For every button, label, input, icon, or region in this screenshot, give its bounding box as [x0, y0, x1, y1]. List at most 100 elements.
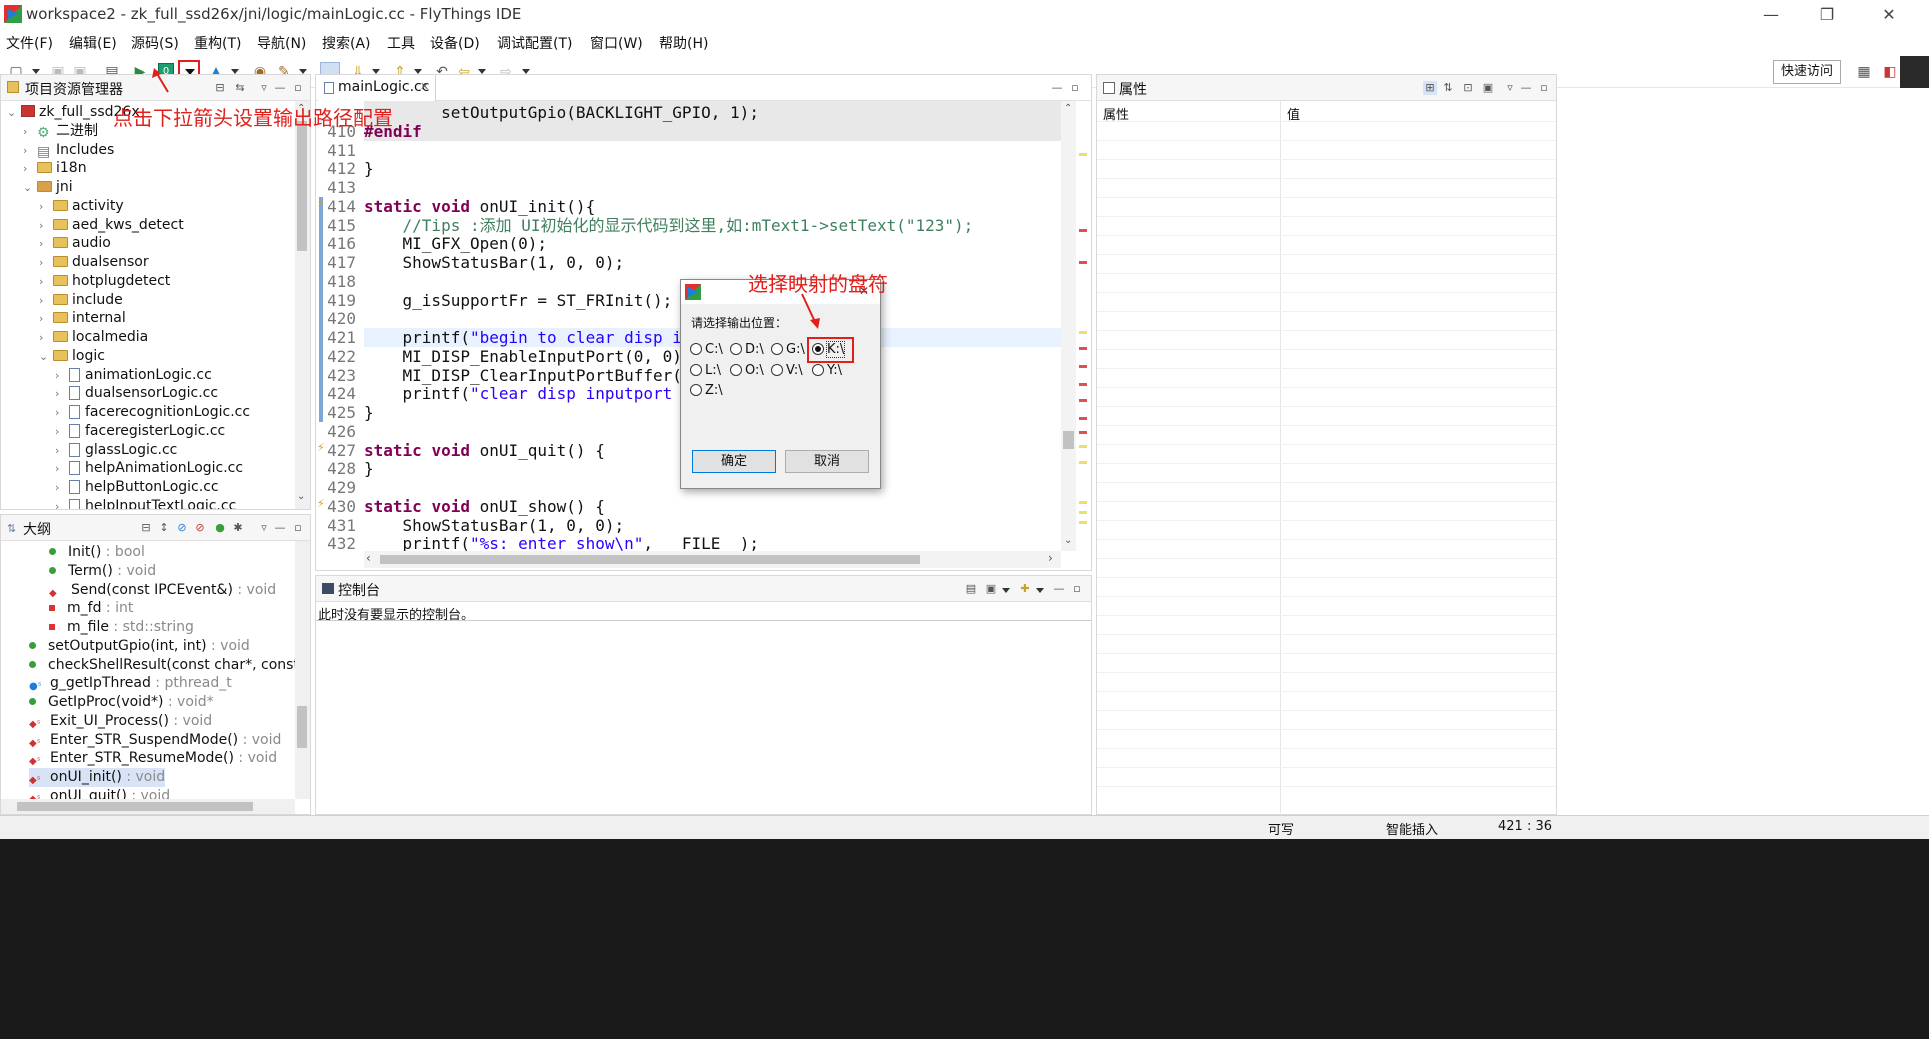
- hide-nonpublic-icon[interactable]: ●: [213, 521, 227, 535]
- tree-item[interactable]: ⌄ jni: [23, 178, 73, 197]
- expanded-arrow-icon[interactable]: ⌄: [23, 178, 37, 197]
- code-line[interactable]: }: [364, 403, 374, 422]
- collapsed-arrow-icon[interactable]: ›: [55, 497, 69, 509]
- drive-radio-l[interactable]: L:\: [690, 364, 721, 378]
- collapsed-arrow-icon[interactable]: ›: [55, 441, 69, 460]
- perspective-icon[interactable]: ▦: [1856, 64, 1872, 80]
- outline-scrollbar[interactable]: [295, 541, 310, 799]
- outline-item[interactable]: Term() : void: [49, 562, 156, 581]
- maximize-view-icon[interactable]: ▫: [1537, 81, 1551, 95]
- collapsed-arrow-icon[interactable]: ›: [39, 291, 53, 310]
- overview-mark[interactable]: [1079, 431, 1087, 434]
- tree-item[interactable]: › i18n: [23, 159, 87, 178]
- code-line[interactable]: }: [364, 459, 374, 478]
- overview-mark[interactable]: [1079, 331, 1087, 334]
- categories-icon[interactable]: ⊞: [1423, 81, 1437, 95]
- minimize-view-icon[interactable]: —: [1519, 81, 1533, 95]
- code-line[interactable]: }: [364, 159, 374, 178]
- minimize-view-icon[interactable]: —: [1050, 81, 1064, 95]
- collapse-all-icon[interactable]: ⊟: [213, 81, 227, 95]
- collapsed-arrow-icon[interactable]: ›: [39, 272, 53, 291]
- overview-mark[interactable]: [1079, 521, 1087, 524]
- tree-item[interactable]: › faceregisterLogic.cc: [55, 422, 225, 441]
- scroll-down-icon[interactable]: ⌄: [297, 491, 305, 502]
- code-line[interactable]: static void onUI_show() {: [364, 497, 605, 516]
- code-line[interactable]: //Tips :添加 UI初始化的显示代码到这里,如:mText1->setTe…: [364, 216, 974, 235]
- overview-mark[interactable]: [1079, 461, 1087, 464]
- outline-hscrollbar[interactable]: [1, 799, 295, 814]
- menu-source[interactable]: 源码(S): [131, 33, 179, 53]
- maximize-view-icon[interactable]: ▫: [1068, 81, 1082, 95]
- tree-item[interactable]: › helpInputTextLogic.cc: [55, 497, 236, 509]
- overview-mark[interactable]: [1079, 511, 1087, 514]
- overview-mark[interactable]: [1079, 261, 1087, 264]
- pin-console-icon[interactable]: ▤: [964, 582, 978, 596]
- overview-mark[interactable]: [1079, 445, 1087, 448]
- menu-file[interactable]: 文件(F): [6, 33, 53, 53]
- outline-item[interactable]: setOutputGpio(int, int) : void: [29, 637, 250, 656]
- tree-item[interactable]: › helpAnimationLogic.cc: [55, 459, 243, 478]
- drive-radio-g[interactable]: G:\: [771, 343, 805, 357]
- code-line[interactable]: g_isSupportFr = ST_FRInit();: [364, 291, 673, 310]
- code-line[interactable]: static void onUI_quit() {: [364, 441, 605, 460]
- tree-item[interactable]: › hotplugdetect: [39, 272, 170, 291]
- maximize-view-icon[interactable]: ▫: [291, 521, 305, 535]
- collapsed-arrow-icon[interactable]: ›: [55, 422, 69, 441]
- tree-item[interactable]: › ▤ Includes: [23, 141, 114, 160]
- view-menu-icon[interactable]: ▿: [257, 521, 271, 535]
- quick-access-field[interactable]: 快速访问: [1773, 60, 1841, 84]
- overview-mark[interactable]: [1079, 417, 1087, 420]
- editor-hscrollbar[interactable]: ‹ ›: [364, 551, 1061, 568]
- code-line[interactable]: MI_DISP_EnableInputPort(0, 0);: [364, 347, 692, 366]
- overview-mark[interactable]: [1079, 399, 1087, 402]
- drive-radio-c[interactable]: C:\: [690, 343, 723, 357]
- hscrollbar-thumb[interactable]: [17, 802, 253, 811]
- overview-mark[interactable]: [1079, 383, 1087, 386]
- restore-default-icon[interactable]: ⊡: [1461, 81, 1475, 95]
- expanded-arrow-icon[interactable]: ⌄: [39, 347, 53, 366]
- collapsed-arrow-icon[interactable]: ›: [55, 478, 69, 497]
- tree-scrollbar[interactable]: ⌃ ⌄: [295, 101, 310, 509]
- minimize-view-icon[interactable]: —: [1052, 582, 1066, 596]
- tree-item[interactable]: › activity: [39, 197, 124, 216]
- scroll-right-icon[interactable]: ›: [1048, 551, 1053, 565]
- overview-mark[interactable]: [1079, 365, 1087, 368]
- advanced-icon[interactable]: ⇅: [1441, 81, 1455, 95]
- outline-item[interactable]: ◆ˢ Exit_UI_Process() : void: [29, 712, 212, 731]
- collapsed-arrow-icon[interactable]: ›: [23, 122, 37, 141]
- maximize-view-icon[interactable]: ▫: [291, 81, 305, 95]
- menu-navigate[interactable]: 导航(N): [257, 33, 306, 53]
- cancel-button[interactable]: 取消: [785, 450, 869, 473]
- collapse-all-icon[interactable]: ⊟: [139, 521, 153, 535]
- tree-item[interactable]: › dualsensorLogic.cc: [55, 384, 218, 403]
- code-line[interactable]: ShowStatusBar(1, 0, 0);: [364, 253, 625, 272]
- code-line[interactable]: setOutputGpio(BACKLIGHT_GPIO, 1);: [364, 103, 759, 122]
- scrollbar-thumb[interactable]: [297, 706, 307, 748]
- code-line[interactable]: static void onUI_init(){: [364, 197, 595, 216]
- maximize-button[interactable]: ❐: [1804, 2, 1850, 28]
- ok-button[interactable]: 确定: [692, 450, 776, 473]
- code-line[interactable]: printf("%s: enter show\n", __FILE__);: [364, 534, 759, 551]
- collapsed-arrow-icon[interactable]: ›: [55, 366, 69, 385]
- tree-item[interactable]: › dualsensor: [39, 253, 149, 272]
- collapsed-arrow-icon[interactable]: ›: [39, 216, 53, 235]
- tree-item[interactable]: › internal: [39, 309, 126, 328]
- outline-item[interactable]: checkShellResult(const char*, const char…: [29, 656, 295, 675]
- collapsed-arrow-icon[interactable]: ›: [39, 234, 53, 253]
- menu-refactor[interactable]: 重构(T): [194, 33, 241, 53]
- collapsed-arrow-icon[interactable]: ›: [55, 459, 69, 478]
- outline-item[interactable]: m_file : std::string: [49, 618, 194, 637]
- hide-fields-icon[interactable]: ⊘: [175, 521, 189, 535]
- drive-radio-y[interactable]: Y:\: [812, 364, 842, 378]
- overview-mark[interactable]: [1079, 153, 1087, 156]
- editor-tab-mainlogic[interactable]: mainLogic.cc ✕: [318, 75, 436, 101]
- editor-vscrollbar[interactable]: ⌃ ⌄: [1061, 101, 1076, 551]
- scrollbar-thumb[interactable]: [1063, 431, 1074, 449]
- menu-tools[interactable]: 工具: [387, 33, 415, 53]
- drive-radio-o[interactable]: O:\: [730, 364, 764, 378]
- drive-radio-z[interactable]: Z:\: [690, 384, 723, 398]
- menu-search[interactable]: 搜索(A): [322, 33, 371, 53]
- outline-item[interactable]: ◆ˢonUI_quit() : void: [29, 787, 170, 799]
- close-tab-icon[interactable]: ✕: [420, 80, 429, 93]
- code-line[interactable]: printf("begin to clear disp inpu: [364, 328, 711, 347]
